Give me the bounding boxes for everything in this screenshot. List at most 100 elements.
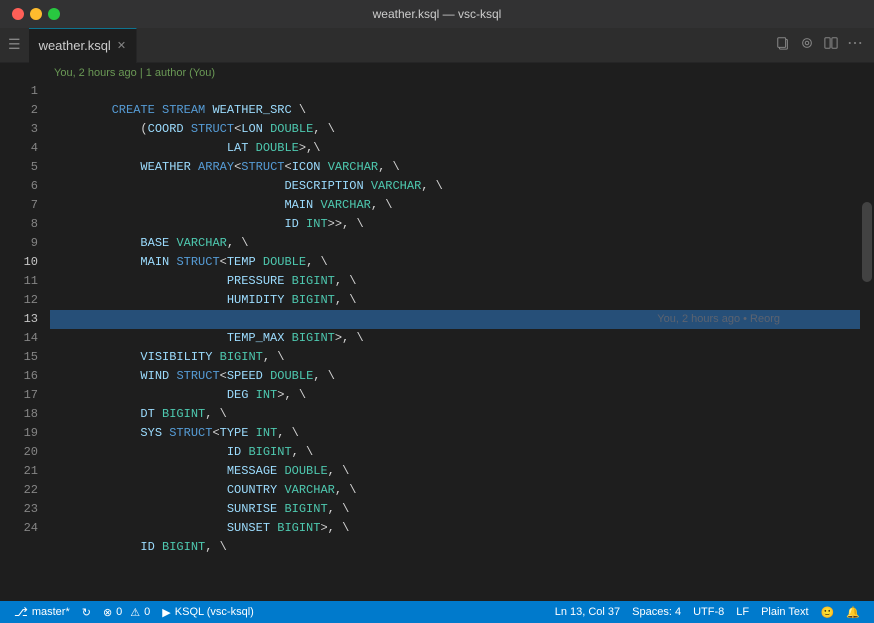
window-title: weather.ksql — vsc-ksql	[373, 7, 502, 21]
line-num-3: 3	[0, 120, 50, 139]
warning-icon: ⚠	[130, 606, 140, 619]
split-editor-icon[interactable]	[824, 36, 838, 55]
language-server-label: KSQL (vsc-ksql)	[175, 606, 254, 618]
code-content[interactable]: CREATE STREAM WEATHER_SRC \ (COORD STRUC…	[50, 82, 860, 601]
eol-text: LF	[736, 606, 749, 618]
language-mode-text: Plain Text	[761, 606, 809, 618]
code-line-12: TEMP_MIN BIGINT, \	[50, 291, 860, 310]
line-num-12: 12	[0, 291, 50, 310]
code-line-11: HUMIDITY BIGINT, \	[50, 272, 860, 291]
code-line-2: (COORD STRUCT<LON DOUBLE, \	[50, 101, 860, 120]
error-count: 0	[116, 606, 122, 618]
errors-warnings[interactable]: ⊗ 0 ⚠ 0	[97, 601, 156, 623]
code-line-15: WIND STRUCT<SPEED DOUBLE, \	[50, 348, 860, 367]
line-num-24: 24	[0, 519, 50, 538]
line-number-gutter: 1 2 3 4 5 6 7 8 9 10 11 12 13 14 15 16 1…	[0, 82, 50, 601]
play-icon: ▶	[162, 606, 170, 619]
bell-icon: 🔔	[846, 606, 860, 619]
git-blame-inline: You, 2 hours ago • Reorg	[657, 310, 780, 329]
code-lines: CREATE STREAM WEATHER_SRC \ (COORD STRUC…	[50, 82, 860, 538]
smiley-icon: 🙂	[821, 606, 835, 619]
line-num-6: 6	[0, 177, 50, 196]
code-line-7: ID INT>>, \	[50, 196, 860, 215]
code-line-16: DEG INT>, \	[50, 367, 860, 386]
minimize-button[interactable]	[30, 8, 42, 20]
line-num-7: 7	[0, 196, 50, 215]
code-line-9: MAIN STRUCT<TEMP DOUBLE, \	[50, 234, 860, 253]
code-line-17: DT BIGINT, \	[50, 386, 860, 405]
code-line-24: ID BIGINT, \	[50, 519, 860, 538]
code-line-5: DESCRIPTION VARCHAR, \	[50, 158, 860, 177]
status-bar: ⎇ master* ↻ ⊗ 0 ⚠ 0 ▶ KSQL (vsc-ksql) Ln…	[0, 601, 874, 623]
line-num-15: 15	[0, 348, 50, 367]
line-num-23: 23	[0, 500, 50, 519]
code-line-6: MAIN VARCHAR, \	[50, 177, 860, 196]
code-line-18: SYS STRUCT<TYPE INT, \	[50, 405, 860, 424]
code-line-19: ID BIGINT, \	[50, 424, 860, 443]
title-bar: weather.ksql — vsc-ksql	[0, 0, 874, 28]
line-num-17: 17	[0, 386, 50, 405]
code-line-3: LAT DOUBLE>,\	[50, 120, 860, 139]
encoding-text: UTF-8	[693, 606, 724, 618]
eol-setting[interactable]: LF	[730, 601, 755, 623]
code-line-22: SUNRISE BIGINT, \	[50, 481, 860, 500]
scrollbar-thumb[interactable]	[862, 202, 872, 282]
line-num-16: 16	[0, 367, 50, 386]
notifications-bell[interactable]: 🔔	[840, 601, 866, 623]
code-line-20: MESSAGE DOUBLE, \	[50, 443, 860, 462]
blame-text: You, 2 hours ago | 1 author (You)	[54, 67, 215, 79]
error-icon: ⊗	[103, 606, 112, 619]
git-branch[interactable]: ⎇ master*	[8, 601, 76, 623]
tab-icons	[776, 36, 862, 55]
git-branch-name: master*	[32, 606, 70, 618]
line-num-21: 21	[0, 462, 50, 481]
traffic-lights	[12, 8, 60, 20]
line-num-18: 18	[0, 405, 50, 424]
line-num-19: 19	[0, 424, 50, 443]
blame-bar: You, 2 hours ago | 1 author (You)	[0, 63, 874, 82]
code-line-10: PRESSURE BIGINT, \	[50, 253, 860, 272]
line-num-5: 5	[0, 158, 50, 177]
code-line-8: BASE VARCHAR, \	[50, 215, 860, 234]
line-num-9: 9	[0, 234, 50, 253]
cursor-pos-text: Ln 13, Col 37	[555, 606, 620, 618]
code-line-23: SUNSET BIGINT>, \	[50, 500, 860, 519]
line-num-1: 1	[0, 82, 50, 101]
language-mode[interactable]: Plain Text	[755, 601, 815, 623]
play-ksql[interactable]: ▶ KSQL (vsc-ksql)	[156, 601, 260, 623]
line-num-13: 13	[0, 310, 50, 329]
menu-icon[interactable]: ☰	[8, 37, 21, 54]
cursor-position[interactable]: Ln 13, Col 37	[549, 601, 626, 623]
line-num-11: 11	[0, 272, 50, 291]
code-line-4: WEATHER ARRAY<STRUCT<ICON VARCHAR, \	[50, 139, 860, 158]
line-num-20: 20	[0, 443, 50, 462]
tab-bar: ☰ weather.ksql ✕	[0, 28, 874, 63]
line-num-2: 2	[0, 101, 50, 120]
more-actions-icon[interactable]	[848, 36, 862, 55]
warning-count: 0	[144, 606, 150, 618]
line-num-14: 14	[0, 329, 50, 348]
line-num-4: 4	[0, 139, 50, 158]
tab-close-button[interactable]: ✕	[117, 39, 126, 52]
text-cursor	[760, 300, 761, 316]
tab-filename: weather.ksql	[39, 38, 111, 53]
feedback-smiley[interactable]: 🙂	[815, 601, 841, 623]
git-branch-icon: ⎇	[14, 605, 28, 619]
line-num-10: 10	[0, 253, 50, 272]
encoding-setting[interactable]: UTF-8	[687, 601, 730, 623]
sync-icon: ↻	[82, 606, 91, 619]
close-button[interactable]	[12, 8, 24, 20]
vertical-scrollbar[interactable]	[860, 82, 874, 601]
line-num-22: 22	[0, 481, 50, 500]
sync-button[interactable]: ↻	[76, 601, 97, 623]
editor-tab[interactable]: weather.ksql ✕	[29, 28, 137, 63]
code-line-21: COUNTRY VARCHAR, \	[50, 462, 860, 481]
code-line-14: VISIBILITY BIGINT, \	[50, 329, 860, 348]
maximize-button[interactable]	[48, 8, 60, 20]
editor-area: 1 2 3 4 5 6 7 8 9 10 11 12 13 14 15 16 1…	[0, 82, 874, 601]
preview-icon[interactable]	[800, 36, 814, 55]
spaces-setting[interactable]: Spaces: 4	[626, 601, 687, 623]
line-num-8: 8	[0, 215, 50, 234]
code-line-13: TEMP_MAX BIGINT>, \ You, 2 hours ago • R…	[50, 310, 860, 329]
copy-icon[interactable]	[776, 36, 790, 55]
